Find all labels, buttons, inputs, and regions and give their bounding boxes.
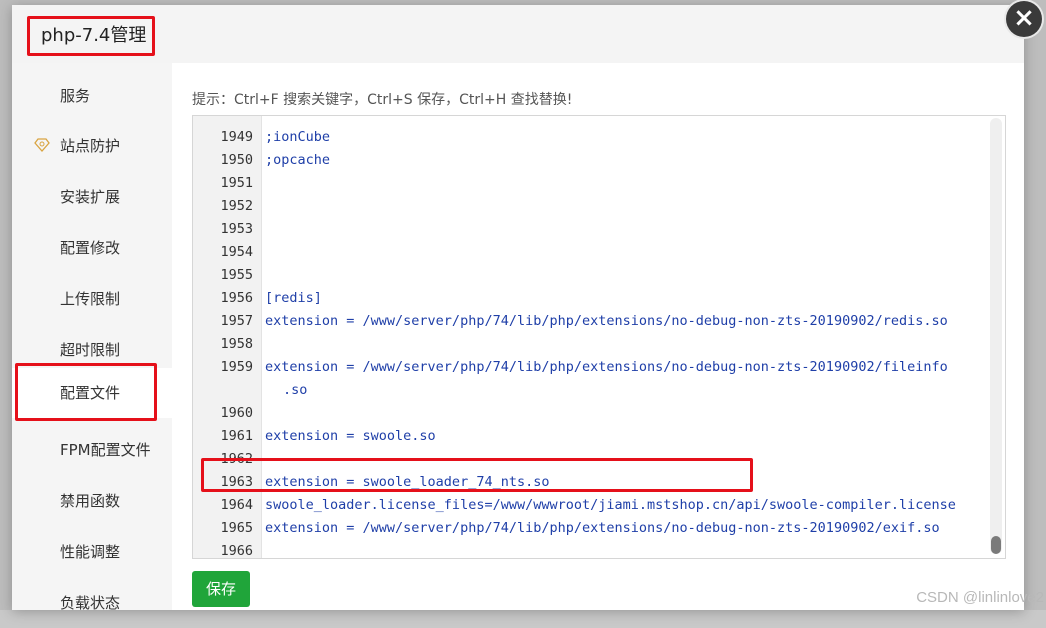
sidebar-item-upload-limit[interactable]: 上传限制 [12, 274, 172, 324]
save-button[interactable]: 保存 [192, 571, 250, 607]
sidebar-item-performance-tuning[interactable]: 性能调整 [12, 527, 172, 577]
sidebar-item-label: 服务 [60, 87, 91, 105]
sidebar-item-label: FPM配置文件 [60, 441, 151, 459]
dialog-title-bar: php-7.4管理 [12, 5, 1024, 64]
sidebar-item-install-extension[interactable]: 安装扩展 [12, 172, 172, 222]
sidebar-item-service[interactable]: 服务 [12, 71, 172, 121]
sidebar-item-load-status[interactable]: 负载状态 [12, 578, 172, 628]
editor-scrollbar[interactable] [990, 118, 1002, 554]
sidebar-item-label: 超时限制 [60, 341, 121, 359]
shield-diamond-icon [34, 138, 50, 152]
php-manage-dialog: php-7.4管理 × 服务 站点防护 安装扩展 配置修改 上传限制 超时限制 … [12, 1, 1042, 612]
config-editor[interactable]: 1949 ;ionCube 1950 ;opcache 1951 1952 19… [192, 115, 1006, 559]
sidebar-item-label: 安装扩展 [60, 188, 121, 206]
sidebar: 服务 站点防护 安装扩展 配置修改 上传限制 超时限制 配置文件 FPM配置文件 [12, 63, 172, 612]
scrollbar-thumb[interactable] [991, 536, 1001, 554]
close-icon[interactable]: × [1006, 1, 1042, 37]
sidebar-item-fpm-config-file[interactable]: FPM配置文件 [12, 425, 172, 475]
sidebar-item-label: 上传限制 [60, 290, 121, 308]
sidebar-item-label: 负载状态 [60, 594, 121, 612]
config-file-highlight-box [15, 363, 157, 421]
main-panel: 提示：Ctrl+F 搜索关键字，Ctrl+S 保存，Ctrl+H 查找替换! 1… [172, 63, 1024, 610]
watermark: CSDN @linlinlove2 [916, 589, 1044, 606]
dialog-title: php-7.4管理 [27, 16, 155, 56]
sidebar-item-label: 站点防护 [60, 137, 121, 155]
sidebar-item-config-modify[interactable]: 配置修改 [12, 223, 172, 273]
sidebar-item-disabled-functions[interactable]: 禁用函数 [12, 476, 172, 526]
shortcut-hint: 提示：Ctrl+F 搜索关键字，Ctrl+S 保存，Ctrl+H 查找替换! [192, 92, 573, 108]
swoole-loader-line-highlight-box [201, 458, 753, 492]
sidebar-item-label: 性能调整 [60, 543, 121, 561]
sidebar-item-label: 配置修改 [60, 239, 121, 257]
sidebar-item-label: 禁用函数 [60, 492, 121, 510]
sidebar-item-site-protection[interactable]: 站点防护 [12, 121, 172, 171]
